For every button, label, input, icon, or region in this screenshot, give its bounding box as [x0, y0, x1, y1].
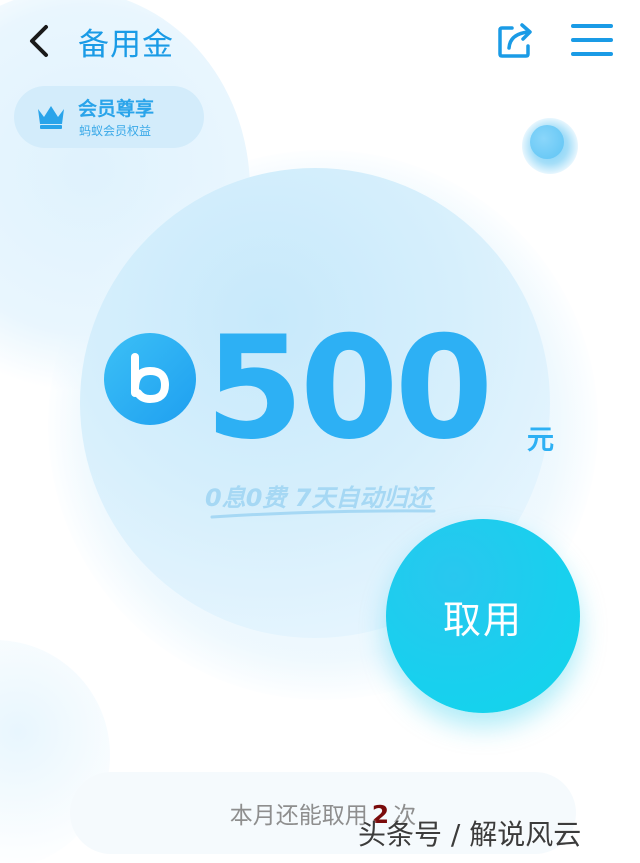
- hamburger-menu-icon[interactable]: [570, 22, 614, 58]
- remaining-prefix: 本月还能取用: [229, 803, 368, 829]
- withdraw-label: 取用: [442, 597, 523, 642]
- share-icon[interactable]: [496, 20, 536, 60]
- crown-icon: [38, 106, 64, 129]
- withdraw-button[interactable]: 取用: [386, 519, 580, 713]
- member-badge[interactable]: 会员尊享 蚂蚁会员权益: [14, 86, 204, 148]
- header: 备用金: [0, 0, 640, 80]
- page-title: 备用金: [78, 27, 174, 63]
- member-badge-subtitle: 蚂蚁会员权益: [79, 124, 152, 138]
- amount-currency: 元: [527, 425, 554, 456]
- member-badge-title: 会员尊享: [78, 98, 155, 120]
- chevron-left-icon[interactable]: [26, 24, 54, 58]
- watermark: 头条号 / 解说风云: [358, 818, 582, 851]
- amount-value: 500: [205, 306, 493, 471]
- slogan-underline: [210, 509, 436, 519]
- b-logo-icon: [104, 333, 196, 425]
- decor-bubble-small-core: [530, 125, 564, 159]
